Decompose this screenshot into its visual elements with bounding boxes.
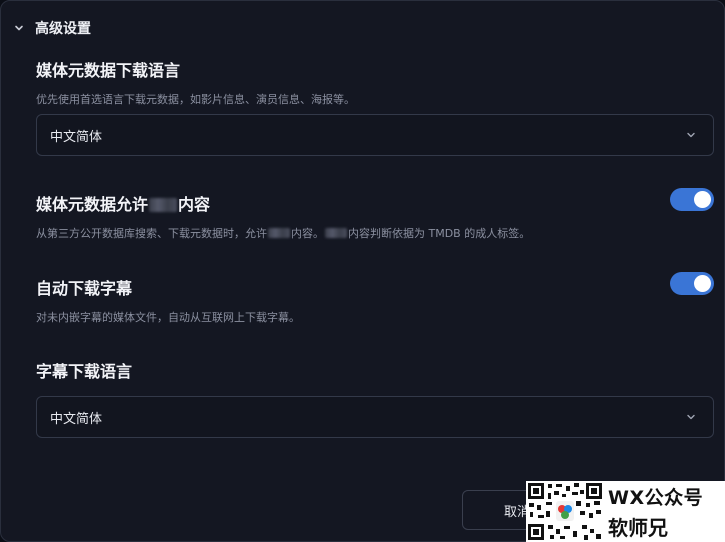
auto-subtitles-label: 自动下载字幕 <box>36 279 133 298</box>
chevron-down-icon <box>13 22 25 34</box>
toggle-knob <box>694 191 711 208</box>
metadata-language-group: 媒体元数据下载语言 优先使用首选语言下载元数据，如影片信息、演员信息、海报等。 <box>36 57 714 107</box>
adult-content-toggle[interactable] <box>670 188 714 211</box>
settings-panel: 高级设置 媒体元数据下载语言 优先使用首选语言下载元数据，如影片信息、演员信息、… <box>0 0 725 542</box>
metadata-language-label: 媒体元数据下载语言 <box>36 61 181 80</box>
section-title: 高级设置 <box>35 21 91 37</box>
auto-subtitles-toggle[interactable] <box>670 272 714 295</box>
redacted-text <box>149 198 178 212</box>
watermark: WX公众号 软师兄 <box>526 481 725 542</box>
subtitle-language-value: 中文简体 <box>50 411 103 427</box>
adult-content-group: 媒体元数据允许 内容 从第三方公开数据库搜索、下载元数据时，允许 内容。 内容判断依据… <box>36 191 714 241</box>
auto-subtitles-description: 对未内嵌字幕的媒体文件，自动从互联网上下载字幕。 <box>36 311 300 324</box>
subtitle-language-group: 字幕下载语言 <box>36 358 714 382</box>
adult-content-label: 媒体元数据允许 内容 <box>36 195 211 214</box>
adult-content-description: 从第三方公开数据库搜索、下载元数据时，允许 内容。 内容判断依据为 TMDB 的成人… <box>36 227 531 240</box>
subtitle-language-select[interactable]: 中文简体 <box>36 396 714 438</box>
advanced-settings-header[interactable]: 高级设置 <box>13 17 91 39</box>
metadata-language-description: 优先使用首选语言下载元数据，如影片信息、演员信息、海报等。 <box>36 93 355 106</box>
metadata-language-select[interactable]: 中文简体 <box>36 114 714 156</box>
redacted-text <box>325 228 347 238</box>
chevron-down-icon <box>685 129 697 141</box>
toggle-knob <box>694 275 711 292</box>
watermark-text: WX公众号 软师兄 <box>608 486 704 540</box>
metadata-language-value: 中文简体 <box>50 129 103 145</box>
qr-code-icon <box>526 481 604 542</box>
redacted-text <box>268 228 290 238</box>
chevron-down-icon <box>685 411 697 423</box>
subtitle-language-label: 字幕下载语言 <box>36 362 133 381</box>
auto-subtitles-group: 自动下载字幕 对未内嵌字幕的媒体文件，自动从互联网上下载字幕。 <box>36 275 714 325</box>
